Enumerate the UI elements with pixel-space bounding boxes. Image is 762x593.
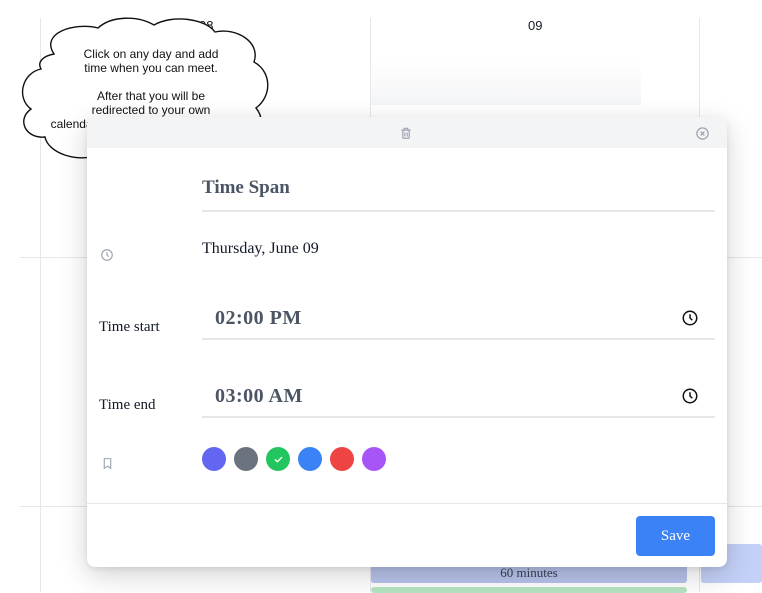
event-date: Thursday, June 09 [202, 240, 319, 257]
time-end-value: 03:00 AM [215, 385, 303, 407]
color-swatch-red[interactable] [330, 447, 354, 471]
trash-icon[interactable] [397, 124, 415, 142]
tooltip-spacer [44, 75, 258, 89]
save-button[interactable]: Save [636, 516, 715, 556]
color-swatch-purple[interactable] [362, 447, 386, 471]
event-modal: Time Span Thursday, June 09 Time start 0… [87, 117, 727, 567]
tooltip-line: After that you will be [96, 89, 206, 103]
time-end-input[interactable]: 03:00 AM [202, 378, 715, 418]
time-start-value: 02:00 PM [215, 307, 302, 329]
close-circle-icon[interactable] [693, 124, 711, 142]
clock-icon [99, 247, 115, 263]
day-label-09[interactable]: 09 [528, 18, 542, 33]
color-swatch-indigo[interactable] [202, 447, 226, 471]
clock-icon[interactable] [680, 386, 700, 406]
color-picker [202, 447, 386, 471]
calendar-cell-highlight [371, 60, 641, 105]
calendar-event-label: 60 minutes [500, 565, 558, 580]
calendar-event[interactable] [371, 587, 687, 593]
footer-divider [87, 503, 727, 504]
event-title-value: Time Span [202, 177, 290, 198]
color-swatch-blue[interactable] [298, 447, 322, 471]
check-icon [274, 456, 282, 462]
time-start-input[interactable]: 02:00 PM [202, 300, 715, 340]
tooltip-line: Click on any day and add [83, 47, 219, 61]
time-start-label: Time start [99, 319, 160, 335]
clock-icon[interactable] [680, 308, 700, 328]
color-swatch-gray[interactable] [234, 447, 258, 471]
tooltip-line: time when you can meet. [84, 61, 218, 75]
modal-header [87, 117, 727, 148]
event-title-field[interactable]: Time Span [202, 172, 715, 212]
bookmark-icon [99, 455, 115, 471]
color-swatch-green[interactable] [266, 447, 290, 471]
time-end-label: Time end [99, 397, 156, 413]
tooltip-line: redirected to your own [91, 103, 211, 117]
